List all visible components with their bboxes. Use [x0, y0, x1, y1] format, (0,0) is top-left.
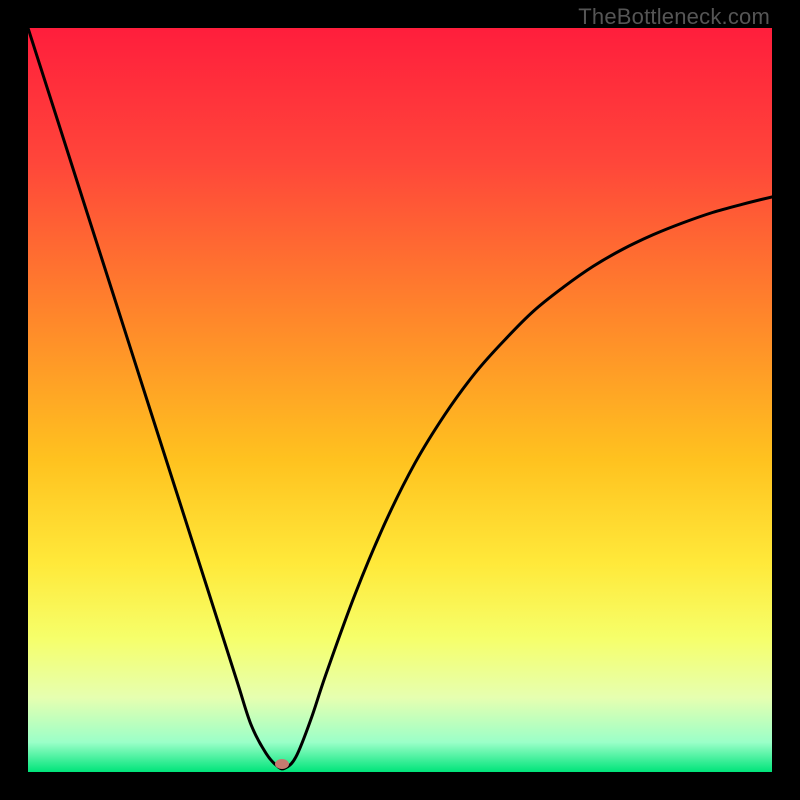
bottleneck-curve [28, 28, 772, 772]
watermark-text: TheBottleneck.com [578, 4, 770, 30]
chart-frame: TheBottleneck.com [0, 0, 800, 800]
plot-area [28, 28, 772, 772]
optimal-point-marker [275, 759, 289, 769]
